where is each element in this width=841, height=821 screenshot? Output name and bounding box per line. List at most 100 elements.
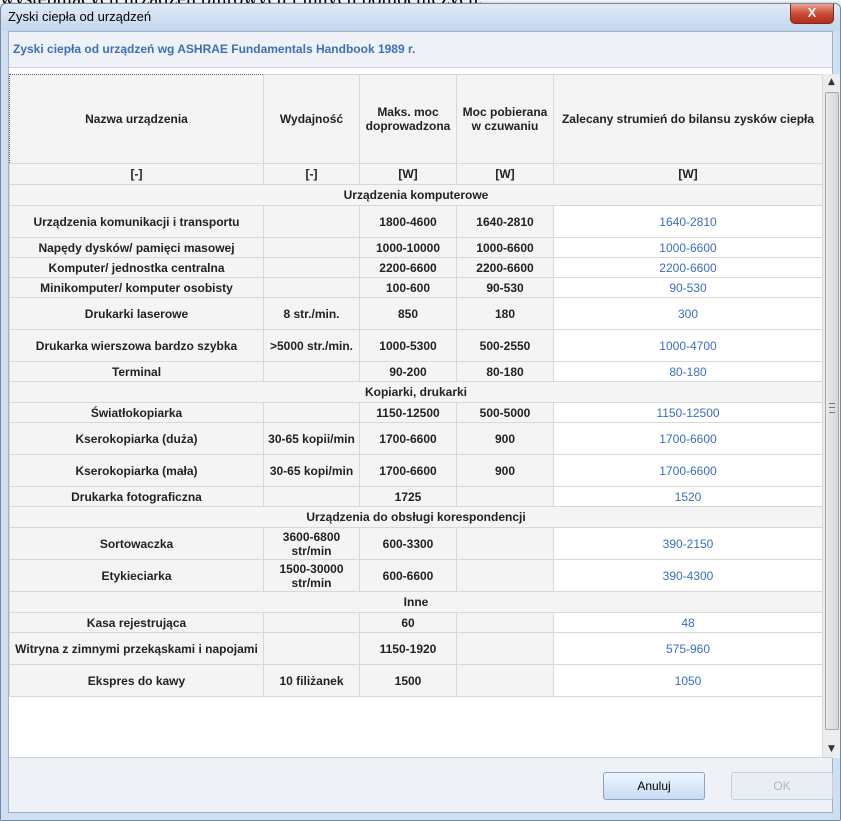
cell-device-name[interactable]: Komputer/ jednostka centralna bbox=[9, 257, 264, 278]
table-row[interactable]: Etykieciarka 1500-30000 str/min 600-6600 39… bbox=[9, 559, 822, 592]
cell-device-name[interactable]: Kserokopiarka (duża) bbox=[9, 422, 264, 455]
cell-standby-power[interactable] bbox=[456, 664, 554, 697]
table-row[interactable]: Witryna z zimnymi przekąskami i napojami… bbox=[9, 632, 822, 665]
cell-standby-power[interactable]: 500-2550 bbox=[456, 329, 554, 362]
cell-capacity[interactable] bbox=[263, 612, 360, 633]
cell-capacity[interactable]: 30-65 kopii/min bbox=[263, 422, 360, 455]
cell-recommended-flux[interactable]: 90-530 bbox=[553, 277, 822, 298]
cell-standby-power[interactable] bbox=[456, 559, 554, 592]
cell-recommended-flux[interactable]: 390-4300 bbox=[553, 559, 822, 592]
close-button[interactable]: X bbox=[790, 4, 834, 24]
cell-device-name[interactable]: Minikomputer/ komputer osobisty bbox=[9, 277, 264, 298]
cell-standby-power[interactable]: 1000-6600 bbox=[456, 237, 554, 258]
cell-max-power[interactable]: 90-200 bbox=[359, 361, 457, 382]
cell-recommended-flux[interactable]: 390-2150 bbox=[553, 527, 822, 560]
cell-device-name[interactable]: Kserokopiarka (mała) bbox=[9, 454, 264, 487]
cell-capacity[interactable] bbox=[263, 632, 360, 665]
scroll-up-icon[interactable]: ▲ bbox=[823, 74, 840, 91]
table-row[interactable]: Sortowaczka 3600-6800 str/min 600-3300 390-… bbox=[9, 527, 822, 560]
table-row[interactable]: Drukarka wierszowa bardzo szybka >5000 st… bbox=[9, 329, 822, 362]
cell-max-power[interactable]: 100-600 bbox=[359, 277, 457, 298]
cell-capacity[interactable]: 8 str./min. bbox=[263, 297, 360, 330]
cell-max-power[interactable]: 1000-10000 bbox=[359, 237, 457, 258]
cell-recommended-flux[interactable]: 1520 bbox=[553, 486, 822, 507]
scroll-down-icon[interactable]: ▼ bbox=[823, 741, 840, 758]
cell-recommended-flux[interactable]: 1700-6600 bbox=[553, 454, 822, 487]
cell-device-name[interactable]: Drukarki laserowe bbox=[9, 297, 264, 330]
table-row[interactable]: Światłokopiarka 1150-12500 500-5000 1150-12… bbox=[9, 402, 822, 423]
cell-capacity[interactable] bbox=[263, 486, 360, 507]
cell-recommended-flux[interactable]: 1000-6600 bbox=[553, 237, 822, 258]
cell-standby-power[interactable]: 80-180 bbox=[456, 361, 554, 382]
cell-recommended-flux[interactable]: 80-180 bbox=[553, 361, 822, 382]
cell-recommended-flux[interactable]: 1050 bbox=[553, 664, 822, 697]
cell-standby-power[interactable] bbox=[456, 612, 554, 633]
table-row[interactable]: Ekspres do kawy 10 filiżanek 1500 1050 bbox=[9, 664, 822, 697]
column-header-recommended-flux[interactable]: Zalecany strumień do bilansu zysków ciep… bbox=[553, 74, 822, 164]
cell-standby-power[interactable]: 1640-2810 bbox=[456, 205, 554, 238]
cell-max-power[interactable]: 1000-5300 bbox=[359, 329, 457, 362]
cell-max-power[interactable]: 600-3300 bbox=[359, 527, 457, 560]
table-row[interactable]: Kserokopiarka (mała) 30-65 kopi/min 1700-6… bbox=[9, 454, 822, 487]
data-grid[interactable]: Nazwa urządzenia Wydajność Maks. moc dop… bbox=[9, 74, 822, 758]
table-row[interactable]: Napędy dysków/ pamięci masowej 1000-10000… bbox=[9, 237, 822, 258]
cell-recommended-flux[interactable]: 1640-2810 bbox=[553, 205, 822, 238]
cell-capacity[interactable]: 1500-30000 str/min bbox=[263, 559, 360, 592]
cell-capacity[interactable]: 30-65 kopi/min bbox=[263, 454, 360, 487]
table-row[interactable]: Urządzenia komunikacji i transportu 1800-… bbox=[9, 205, 822, 238]
scrollbar-thumb[interactable] bbox=[825, 92, 839, 730]
cell-standby-power[interactable]: 180 bbox=[456, 297, 554, 330]
cell-device-name[interactable]: Urządzenia komunikacji i transportu bbox=[9, 205, 264, 238]
cell-max-power[interactable]: 1725 bbox=[359, 486, 457, 507]
table-row[interactable]: Terminal 90-200 80-180 80-180 bbox=[9, 361, 822, 382]
cell-capacity[interactable] bbox=[263, 237, 360, 258]
cell-capacity[interactable] bbox=[263, 205, 360, 238]
cell-capacity[interactable]: >5000 str./min. bbox=[263, 329, 360, 362]
column-header-standby-power[interactable]: Moc pobierana w czuwaniu bbox=[456, 74, 554, 164]
cell-capacity[interactable] bbox=[263, 361, 360, 382]
cell-max-power[interactable]: 1700-6600 bbox=[359, 422, 457, 455]
table-row[interactable]: Komputer/ jednostka centralna 2200-6600 22… bbox=[9, 257, 822, 278]
cell-max-power[interactable]: 850 bbox=[359, 297, 457, 330]
cell-device-name[interactable]: Terminal bbox=[9, 361, 264, 382]
cell-max-power[interactable]: 2200-6600 bbox=[359, 257, 457, 278]
cell-standby-power[interactable]: 90-530 bbox=[456, 277, 554, 298]
vertical-scrollbar[interactable]: ▲ ▼ bbox=[822, 74, 840, 758]
cell-standby-power[interactable] bbox=[456, 486, 554, 507]
cell-max-power[interactable]: 60 bbox=[359, 612, 457, 633]
cell-device-name[interactable]: Etykieciarka bbox=[9, 559, 264, 592]
table-row[interactable]: Kasa rejestrująca 60 48 bbox=[9, 612, 822, 633]
cell-max-power[interactable]: 600-6600 bbox=[359, 559, 457, 592]
cell-recommended-flux[interactable]: 575-960 bbox=[553, 632, 822, 665]
cell-capacity[interactable] bbox=[263, 402, 360, 423]
table-row[interactable]: Minikomputer/ komputer osobisty 100-600 90… bbox=[9, 277, 822, 298]
cell-max-power[interactable]: 1150-1920 bbox=[359, 632, 457, 665]
cell-device-name[interactable]: Kasa rejestrująca bbox=[9, 612, 264, 633]
cell-standby-power[interactable]: 500-5000 bbox=[456, 402, 554, 423]
cell-capacity[interactable] bbox=[263, 277, 360, 298]
cell-standby-power[interactable] bbox=[456, 632, 554, 665]
cell-max-power[interactable]: 1500 bbox=[359, 664, 457, 697]
ok-button[interactable]: OK bbox=[731, 772, 833, 800]
cell-device-name[interactable]: Ekspres do kawy bbox=[9, 664, 264, 697]
column-header-max-power[interactable]: Maks. moc doprowadzona bbox=[359, 74, 457, 164]
cell-device-name[interactable]: Witryna z zimnymi przekąskami i napojami bbox=[9, 632, 264, 665]
cell-device-name[interactable]: Sortowaczka bbox=[9, 527, 264, 560]
table-row[interactable]: Drukarki laserowe 8 str./min. 850 180 300 bbox=[9, 297, 822, 330]
column-header-name[interactable]: Nazwa urządzenia bbox=[9, 74, 264, 164]
cell-recommended-flux[interactable]: 48 bbox=[553, 612, 822, 633]
cell-device-name[interactable]: Drukarka wierszowa bardzo szybka bbox=[9, 329, 264, 362]
cell-capacity[interactable] bbox=[263, 257, 360, 278]
cell-standby-power[interactable]: 900 bbox=[456, 422, 554, 455]
cell-recommended-flux[interactable]: 2200-6600 bbox=[553, 257, 822, 278]
cell-max-power[interactable]: 1150-12500 bbox=[359, 402, 457, 423]
column-header-capacity[interactable]: Wydajność bbox=[263, 74, 360, 164]
cell-standby-power[interactable]: 2200-6600 bbox=[456, 257, 554, 278]
cell-recommended-flux[interactable]: 1150-12500 bbox=[553, 402, 822, 423]
cell-recommended-flux[interactable]: 1000-4700 bbox=[553, 329, 822, 362]
cell-device-name[interactable]: Światłokopiarka bbox=[9, 402, 264, 423]
cell-max-power[interactable]: 1800-4600 bbox=[359, 205, 457, 238]
cell-device-name[interactable]: Napędy dysków/ pamięci masowej bbox=[9, 237, 264, 258]
cell-recommended-flux[interactable]: 1700-6600 bbox=[553, 422, 822, 455]
cell-capacity[interactable]: 10 filiżanek bbox=[263, 664, 360, 697]
